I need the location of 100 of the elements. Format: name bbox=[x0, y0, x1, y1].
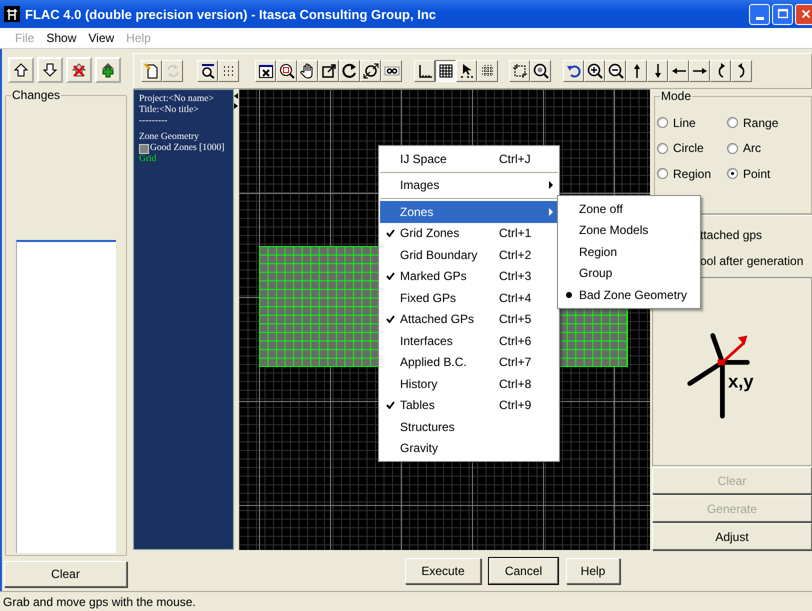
dialog-button[interactable]: Help bbox=[566, 558, 620, 584]
add-button[interactable] bbox=[95, 57, 121, 83]
zoom-in-icon bbox=[586, 63, 602, 79]
up-arrow-icon bbox=[13, 62, 29, 78]
new-document-icon bbox=[144, 63, 160, 79]
menu-item[interactable]: Images bbox=[380, 174, 558, 196]
up-arrow-button[interactable] bbox=[8, 57, 34, 83]
down-arrow-button[interactable] bbox=[37, 57, 63, 83]
refresh-icon bbox=[164, 63, 180, 79]
new-document-button[interactable] bbox=[141, 60, 162, 82]
menu-item[interactable]: Marked GPs Ctrl+3 bbox=[380, 266, 558, 287]
menu-item[interactable]: Zone off bbox=[559, 198, 699, 220]
zoom-button[interactable] bbox=[276, 60, 297, 82]
option-label: ttached gps bbox=[700, 228, 764, 242]
menu-item[interactable]: Applied B.C. Ctrl+7 bbox=[380, 352, 558, 373]
status-bar: Grab and move gps with the mouse. bbox=[0, 591, 812, 611]
radio-button[interactable] bbox=[657, 142, 668, 154]
menu-item[interactable]: Structures bbox=[380, 416, 558, 438]
rotate-arrows-button[interactable] bbox=[360, 60, 381, 82]
hand-button[interactable] bbox=[297, 60, 318, 82]
up-arrow-button[interactable] bbox=[626, 60, 647, 82]
rotate-button[interactable] bbox=[339, 60, 360, 82]
info-heading: Zone Geometry bbox=[139, 132, 200, 143]
grid-icon bbox=[438, 63, 454, 79]
rotate-right-button[interactable] bbox=[710, 60, 731, 82]
maximize-button[interactable] bbox=[772, 4, 793, 24]
close-box-icon bbox=[258, 63, 274, 79]
left-arrow-button[interactable] bbox=[668, 60, 689, 82]
minimize-icon bbox=[756, 16, 764, 20]
group-label: Changes bbox=[11, 88, 62, 102]
group-label: Mode bbox=[660, 89, 692, 103]
axis-label: x,y bbox=[728, 370, 754, 391]
rotate-left-button[interactable] bbox=[731, 60, 752, 82]
cursor-button[interactable] bbox=[456, 60, 477, 82]
zoom-window-button[interactable] bbox=[197, 60, 218, 82]
right-arrow-button[interactable] bbox=[689, 60, 710, 82]
radio-label: Arc bbox=[743, 141, 761, 156]
menu-item[interactable]: Zones bbox=[380, 201, 558, 222]
menu-item[interactable]: IJ Space Ctrl+J bbox=[380, 148, 558, 170]
hand-icon bbox=[300, 63, 316, 79]
menu-item[interactable]: Zone Models bbox=[559, 220, 699, 241]
radio-button[interactable] bbox=[727, 117, 738, 128]
app-icon bbox=[4, 6, 20, 22]
fit-icon bbox=[512, 63, 528, 79]
delete-button[interactable] bbox=[66, 57, 92, 83]
dotted-grid-button[interactable] bbox=[477, 60, 498, 82]
close-box-button[interactable] bbox=[255, 60, 276, 82]
radio-label: Region bbox=[673, 166, 712, 181]
undo-button[interactable] bbox=[563, 60, 584, 82]
radio-label: Range bbox=[743, 116, 778, 130]
menu-item[interactable]: Attached GPs Ctrl+5 bbox=[380, 308, 558, 330]
info-text: Title:<No title> bbox=[139, 105, 200, 116]
zoom-icon bbox=[278, 63, 294, 79]
radio-label: Circle bbox=[673, 141, 704, 156]
resize-icon bbox=[320, 63, 336, 79]
grid-button[interactable] bbox=[435, 60, 456, 82]
side-button[interactable]: Adjust bbox=[652, 523, 812, 550]
info-text: Project:<No name> bbox=[139, 94, 215, 105]
dots-button[interactable] bbox=[218, 60, 239, 82]
circles-button[interactable] bbox=[381, 60, 402, 82]
window-title: FLAC 4.0 (double precision version) - Itasca Consulting Group, Inc bbox=[25, 6, 437, 22]
legend-label: Good Zones [1000] bbox=[150, 143, 224, 154]
menu-item[interactable]: Group bbox=[559, 262, 699, 284]
zoom-target-button[interactable] bbox=[530, 60, 551, 82]
menu-item[interactable]: Grid Boundary Ctrl+2 bbox=[380, 244, 558, 266]
rotate-arrows-icon bbox=[362, 63, 378, 79]
menu-item[interactable]: Gravity bbox=[380, 438, 558, 459]
axes-icon bbox=[416, 63, 432, 79]
minimize-button[interactable] bbox=[749, 4, 770, 24]
radio-button[interactable] bbox=[727, 168, 738, 180]
down-arrow-button[interactable] bbox=[647, 60, 668, 82]
menu-item[interactable]: View bbox=[82, 31, 120, 45]
dialog-button[interactable]: Cancel bbox=[489, 558, 558, 584]
close-button[interactable] bbox=[795, 4, 812, 24]
clear-button[interactable]: Clear bbox=[4, 561, 127, 587]
menu-item[interactable]: Fixed GPs Ctrl+4 bbox=[380, 287, 558, 308]
menu-item[interactable]: Show bbox=[40, 31, 82, 45]
fit-button[interactable] bbox=[509, 60, 530, 82]
axes-button[interactable] bbox=[414, 60, 435, 82]
menu-item[interactable]: Region bbox=[559, 241, 699, 262]
down-arrow-icon bbox=[42, 62, 58, 78]
undo-icon bbox=[566, 63, 582, 79]
radio-button[interactable] bbox=[657, 117, 668, 128]
option-label: ool after generation bbox=[700, 254, 804, 268]
zoom-in-button[interactable] bbox=[584, 60, 605, 82]
zoom-out-icon bbox=[608, 63, 624, 79]
radio-button[interactable] bbox=[727, 142, 738, 154]
radio-button[interactable] bbox=[657, 168, 668, 180]
radio-label: Point bbox=[743, 166, 770, 181]
menu-item[interactable]: Bad Zone Geometry bbox=[559, 284, 699, 306]
menu-item[interactable]: Grid Zones Ctrl+1 bbox=[380, 222, 558, 244]
menu-item[interactable]: History Ctrl+8 bbox=[380, 373, 558, 394]
delete-icon bbox=[71, 62, 87, 78]
menu-item[interactable]: Tables Ctrl+9 bbox=[380, 394, 558, 416]
zoom-out-button[interactable] bbox=[605, 60, 626, 82]
rotate-icon bbox=[342, 63, 358, 79]
menu-item[interactable]: Interfaces Ctrl+6 bbox=[380, 330, 558, 352]
dialog-button[interactable]: Execute bbox=[405, 558, 481, 584]
zoom-target-icon bbox=[532, 63, 548, 79]
resize-button[interactable] bbox=[318, 60, 339, 82]
